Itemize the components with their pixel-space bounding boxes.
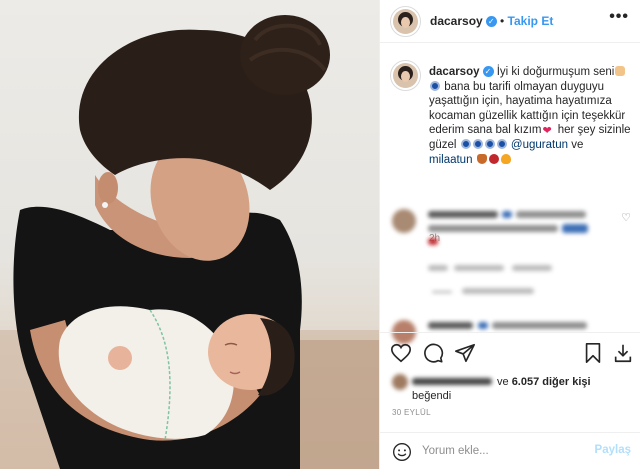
- comment-text: [492, 322, 587, 329]
- follow-label[interactable]: Takip Et: [508, 14, 554, 28]
- nazar-emoji-icon: [460, 138, 471, 149]
- comment-meta: [512, 265, 552, 271]
- comment-icon[interactable]: [422, 342, 444, 364]
- likes-connector: ve: [497, 376, 509, 388]
- comment-meta: [428, 265, 448, 271]
- caption-line2: bana bu tarifi olmayan duyguyu: [444, 80, 605, 93]
- caption-line1: İyi ki doğurmuşum seni: [496, 66, 615, 78]
- emoji-icon: [562, 224, 588, 233]
- post-header: dacarsoy ✓ • Takip Et •••: [380, 0, 640, 43]
- likes-suffix: beğendi: [412, 390, 452, 402]
- download-icon[interactable]: [612, 342, 634, 364]
- nazar-emoji-icon: [430, 80, 440, 91]
- comment-input[interactable]: [422, 442, 582, 460]
- view-replies-line: [432, 291, 452, 293]
- header-avatar-ring[interactable]: [390, 6, 421, 37]
- nazar-emoji-icon: [496, 138, 507, 149]
- likes-rest: ve 6.057 diğer kişi: [497, 375, 591, 389]
- share-icon[interactable]: [454, 342, 476, 364]
- header-username[interactable]: dacarsoy ✓: [430, 14, 497, 28]
- nazar-emoji-icon: [484, 138, 495, 149]
- caption-line5: ederim sana bal kızım: [429, 124, 542, 137]
- mention-link[interactable]: @uguratun: [511, 139, 568, 151]
- bookmark-icon[interactable]: [582, 342, 604, 364]
- action-bar: [380, 332, 640, 372]
- heart-icon[interactable]: [390, 342, 412, 364]
- caption-username[interactable]: dacarsoy: [429, 66, 480, 78]
- avatar[interactable]: [393, 9, 418, 34]
- caption-avatar-ring[interactable]: [390, 60, 421, 91]
- follow-button[interactable]: • Takip Et: [500, 14, 553, 28]
- caption-text: dacarsoy ✓ İyi ki doğurmuşum seni bana bu…: [429, 65, 634, 167]
- more-options-icon[interactable]: •••: [609, 8, 629, 26]
- smiley-icon[interactable]: [392, 442, 412, 462]
- comment-text: [516, 211, 586, 218]
- avatar[interactable]: [392, 209, 416, 233]
- comment-like-heart-icon[interactable]: ♡: [621, 211, 631, 224]
- comment-username[interactable]: [428, 211, 498, 218]
- verified-badge-icon: [502, 211, 512, 218]
- ladybug-emoji-icon: [488, 153, 499, 164]
- verified-badge-icon: [478, 322, 488, 329]
- caption-line5b: her şey sizinle: [557, 124, 631, 137]
- photo-illustration: [0, 15, 379, 469]
- comment-meta: [454, 265, 504, 271]
- sparkle-emoji-icon: [500, 153, 511, 164]
- verified-badge-icon: ✓: [482, 66, 494, 78]
- post-date[interactable]: 30 EYLÜL: [392, 408, 431, 417]
- comment-text: [428, 225, 558, 232]
- heart-emoji-icon: ❤: [542, 125, 552, 138]
- caption-line6b: ve: [571, 138, 584, 151]
- avatar[interactable]: [392, 374, 408, 390]
- liker-username[interactable]: [412, 378, 492, 385]
- view-replies-button[interactable]: [462, 288, 534, 294]
- caption-line6a: güzel: [429, 138, 457, 151]
- folded-hands-emoji-icon: [615, 66, 626, 76]
- heart-emoji-icon: [428, 238, 438, 245]
- comment-username[interactable]: [428, 322, 473, 329]
- post-comment-button[interactable]: Paylaş: [595, 444, 631, 456]
- nazar-emoji-icon: [472, 138, 483, 149]
- avatar[interactable]: [393, 63, 418, 88]
- verified-badge-icon: ✓: [485, 16, 497, 28]
- add-comment-bar: Paylaş: [380, 432, 640, 469]
- caption-line3: yaşattığın için, hayatima hayatımıza: [429, 95, 612, 108]
- username-text[interactable]: dacarsoy: [430, 14, 483, 28]
- post-photo[interactable]: [0, 0, 379, 469]
- butterfly-emoji-icon: [476, 153, 487, 164]
- likes-count-link[interactable]: 6.057 diğer kişi: [512, 376, 591, 388]
- mention-link[interactable]: milaatun: [429, 154, 472, 166]
- post-side-panel: dacarsoy ✓ • Takip Et ••• dacarsoy ✓ İyi k…: [379, 0, 640, 469]
- follow-separator: •: [500, 14, 508, 28]
- caption-line4: kocaman güzellik kattığın için teşekkür: [429, 109, 626, 122]
